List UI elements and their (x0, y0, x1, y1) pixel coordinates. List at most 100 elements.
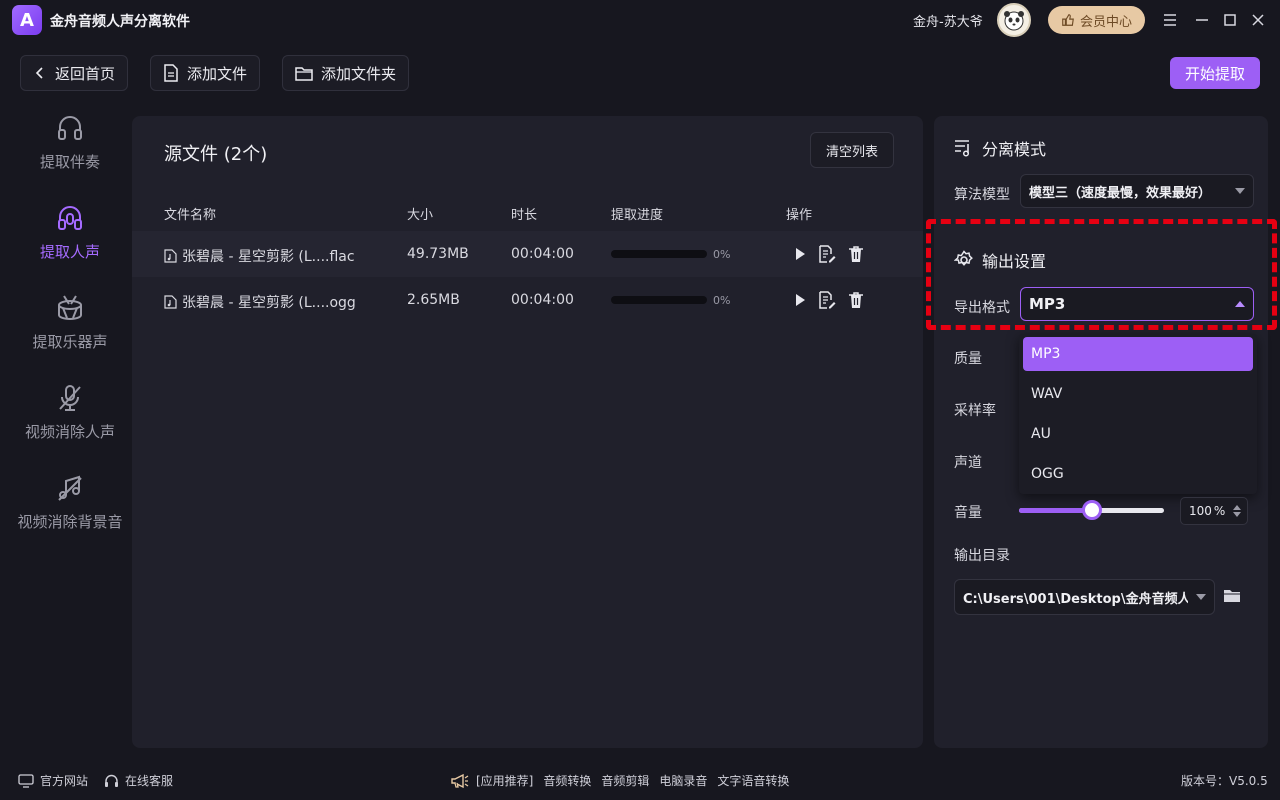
progress-percent: 0% (713, 294, 731, 307)
headset-icon (105, 774, 118, 787)
add-folder-button[interactable]: 添加文件夹 (282, 55, 410, 91)
edit-file-icon[interactable] (818, 245, 836, 263)
close-button[interactable] (1248, 10, 1268, 30)
version-label: 版本号：V5.0.5 (1181, 774, 1268, 788)
mode-list-icon (955, 140, 970, 157)
progress-bar (611, 250, 707, 258)
row-actions (794, 245, 864, 263)
highlight-annotation (926, 219, 1277, 330)
official-website-link[interactable]: 官方网站 (18, 772, 88, 789)
file-icon (164, 64, 178, 82)
thumbs-up-icon (1062, 14, 1074, 26)
sample-rate-label: 采样率 (954, 403, 996, 419)
footer-link-audio-convert[interactable]: 音频转换 (543, 772, 591, 789)
nav-extract-accompaniment[interactable]: 提取伴奏 (0, 113, 140, 172)
caret-down-icon (1235, 188, 1245, 194)
header-name: 文件名称 (164, 208, 217, 223)
app-title: 金舟音频人声分离软件 (50, 14, 190, 30)
header-size: 大小 (407, 208, 434, 223)
edit-file-icon[interactable] (818, 291, 836, 309)
nav-label: 提取人声 (39, 243, 100, 261)
official-website-label: 官方网站 (40, 774, 89, 788)
vip-center-button[interactable]: 会员中心 (1048, 6, 1145, 34)
nav-extract-instruments[interactable]: 提取乐器声 (0, 293, 140, 352)
progress-percent: 0% (713, 248, 731, 261)
model-select[interactable]: 模型三（速度最慢，效果最好） (1020, 174, 1254, 208)
volume-label: 音量 (954, 505, 982, 521)
output-dir-select[interactable]: C:\Users\001\Desktop\金舟音频人 (954, 579, 1215, 615)
model-value: 模型三（速度最慢，效果最好） (1029, 185, 1212, 201)
chevron-left-icon (35, 67, 43, 79)
nav-label: 提取伴奏 (39, 153, 100, 171)
play-icon[interactable] (794, 247, 806, 261)
row-actions (794, 291, 864, 309)
start-extract-button[interactable]: 开始提取 (1170, 57, 1260, 89)
file-size: 49.73MB (407, 246, 469, 262)
model-label: 算法模型 (954, 187, 1010, 203)
stepper-icon[interactable] (1233, 504, 1242, 518)
nav-extract-vocals[interactable]: 提取人声 (0, 203, 140, 262)
app-logo: A (12, 5, 42, 35)
vocal-headphones-icon (58, 206, 82, 230)
format-option-mp3[interactable]: MP3 (1023, 337, 1253, 371)
add-file-button[interactable]: 添加文件 (150, 55, 261, 91)
add-folder-label: 添加文件夹 (321, 64, 397, 83)
megaphone-icon (451, 773, 469, 788)
play-icon[interactable] (794, 293, 806, 307)
close-icon (1252, 14, 1264, 26)
browse-folder-button[interactable] (1223, 588, 1241, 604)
header-duration: 时长 (511, 208, 538, 223)
maximize-button[interactable] (1220, 10, 1240, 30)
file-name: 张碧晨 - 星空剪影 (L....ogg (182, 295, 356, 311)
user-name[interactable]: 金舟-苏大爷 (913, 11, 983, 30)
caret-down-icon (1196, 594, 1206, 600)
file-duration: 00:04:00 (511, 292, 574, 308)
volume-input[interactable]: 100 % (1180, 497, 1248, 525)
file-name: 张碧晨 - 星空剪影 (L....flac (182, 249, 355, 265)
menu-button[interactable] (1160, 10, 1180, 30)
quality-label: 质量 (954, 351, 982, 367)
back-home-label: 返回首页 (55, 64, 116, 83)
panda-avatar-icon (1004, 11, 1024, 31)
format-option-wav[interactable]: WAV (1023, 377, 1253, 411)
header-actions: 操作 (786, 208, 813, 223)
separation-mode-label: 分离模式 (982, 140, 1047, 159)
channel-label: 声道 (954, 455, 982, 471)
delete-icon[interactable] (848, 291, 864, 309)
output-dir-label: 输出目录 (954, 548, 1010, 564)
maximize-icon (1224, 14, 1236, 26)
delete-icon[interactable] (848, 245, 864, 263)
online-support-link[interactable]: 在线客服 (104, 772, 173, 789)
audio-file-icon (164, 249, 177, 263)
file-size: 2.65MB (407, 292, 460, 308)
add-file-label: 添加文件 (187, 64, 248, 83)
folder-icon (1224, 590, 1240, 602)
footer-link-pc-recorder[interactable]: 电脑录音 (659, 772, 707, 789)
folder-icon (295, 66, 313, 81)
header-progress: 提取进度 (611, 208, 664, 223)
volume-slider-handle[interactable] (1081, 500, 1102, 520)
nav-label: 提取乐器声 (32, 333, 108, 351)
progress-bar (611, 296, 707, 304)
volume-unit: % (1213, 504, 1226, 518)
footer-link-audio-edit[interactable]: 音频剪辑 (601, 772, 649, 789)
nav-video-remove-vocals[interactable]: 视频消除人声 (0, 383, 140, 442)
format-option-au[interactable]: AU (1023, 417, 1253, 451)
back-home-button[interactable]: 返回首页 (20, 55, 129, 91)
audio-file-icon (164, 295, 177, 309)
file-name-cell: 张碧晨 - 星空剪影 (L....flac (164, 246, 355, 266)
app-recommend: [应用推荐] 音频转换 音频剪辑 电脑录音 文字语音转换 (450, 772, 789, 789)
mute-mic-icon (59, 385, 81, 411)
menu-icon (1164, 14, 1176, 26)
output-dir-value: C:\Users\001\Desktop\金舟音频人 (963, 591, 1188, 607)
clear-list-button[interactable]: 清空列表 (810, 132, 894, 168)
footer-link-tts[interactable]: 文字语音转换 (717, 772, 789, 789)
vip-center-label: 会员中心 (1079, 14, 1132, 30)
source-title: 源文件 (2个) (164, 144, 268, 165)
minimize-button[interactable] (1192, 10, 1212, 30)
avatar[interactable] (997, 3, 1031, 37)
nav-video-remove-bgm[interactable]: 视频消除背景音 (0, 473, 140, 532)
nav-label: 视频消除背景音 (17, 513, 123, 531)
format-option-ogg[interactable]: OGG (1023, 457, 1253, 491)
recommend-label: [应用推荐] (476, 774, 534, 788)
